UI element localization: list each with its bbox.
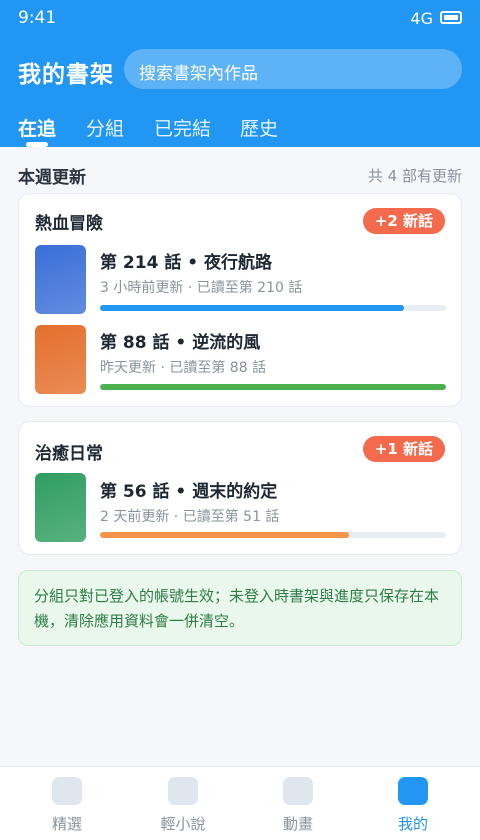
new-episodes-badge: +1 新話	[362, 436, 445, 462]
active-tab-indicator	[26, 142, 48, 147]
bottom-nav: 精選 輕小說 動畫 我的	[0, 766, 480, 840]
cover-image[interactable]	[35, 245, 86, 314]
episode-title[interactable]: 第 88 話 • 逆流的風	[100, 328, 260, 353]
episode-title[interactable]: 第 56 話 • 週末的約定	[100, 477, 277, 502]
featured-icon	[52, 777, 82, 805]
nav-item-mine[interactable]: 我的	[353, 767, 473, 840]
tab-bar: 在追 分組 已完結 歷史	[0, 110, 480, 147]
nav-item-featured[interactable]: 精選	[7, 767, 127, 840]
signal-indicator: 4G	[410, 9, 433, 28]
tab-groups[interactable]: 分組	[86, 114, 124, 141]
nav-item-anime[interactable]: 動畫	[238, 767, 358, 840]
nav-item-light-novel[interactable]: 輕小說	[123, 767, 243, 840]
cover-image[interactable]	[35, 325, 86, 394]
new-episodes-badge: +2 新話	[362, 208, 445, 234]
battery-icon	[440, 11, 462, 24]
reading-progress-fill	[100, 305, 405, 311]
reading-progress-bar	[100, 305, 446, 311]
app-header: 9:41 4G 我的書架 搜索書架內作品 在追 分組 已完結 歷史	[0, 0, 480, 147]
reading-progress-fill	[100, 532, 350, 538]
nav-label: 精選	[51, 815, 82, 833]
reading-progress-bar	[100, 532, 446, 538]
update-count: 共 4 部有更新	[367, 167, 462, 185]
tab-history[interactable]: 歷史	[240, 114, 278, 141]
profile-icon	[398, 777, 428, 805]
reading-progress-fill	[100, 384, 446, 390]
series-title: 治癒日常	[35, 444, 103, 464]
nav-label: 我的	[397, 815, 428, 833]
series-card[interactable]: 熱血冒險 +2 新話 第 214 話 • 夜行航路 3 小時前更新 · 已讀至第…	[18, 193, 462, 407]
nav-label: 輕小說	[160, 815, 206, 833]
series-card[interactable]: 治癒日常 +1 新話 第 56 話 • 週末的約定 2 天前更新 · 已讀至第 …	[18, 421, 462, 555]
episode-subtitle: 2 天前更新 · 已讀至第 51 話	[100, 509, 280, 525]
reading-progress-bar	[100, 384, 446, 390]
page-title: 我的書架	[18, 62, 114, 88]
cover-image[interactable]	[35, 473, 86, 542]
status-time: 9:41	[18, 8, 57, 28]
login-notice: 分組只對已登入的帳號生效；未登入時書架與進度只保存在本機，清除應用資料會一併清空…	[18, 570, 462, 646]
status-bar: 9:41 4G	[0, 0, 480, 38]
nav-label: 動畫	[282, 815, 313, 833]
tab-following[interactable]: 在追	[18, 114, 56, 141]
episode-subtitle: 3 小時前更新 · 已讀至第 210 話	[100, 280, 303, 296]
tab-completed[interactable]: 已完結	[154, 114, 211, 141]
anime-icon	[283, 777, 313, 805]
section-title: 本週更新	[18, 168, 86, 188]
search-placeholder: 搜索書架內作品	[139, 64, 258, 84]
episode-title[interactable]: 第 214 話 • 夜行航路	[100, 248, 272, 273]
episode-subtitle: 昨天更新 · 已讀至第 88 話	[100, 360, 267, 376]
series-title: 熱血冒險	[35, 214, 103, 234]
light-novel-icon	[168, 777, 198, 805]
search-input[interactable]: 搜索書架內作品	[124, 49, 462, 89]
